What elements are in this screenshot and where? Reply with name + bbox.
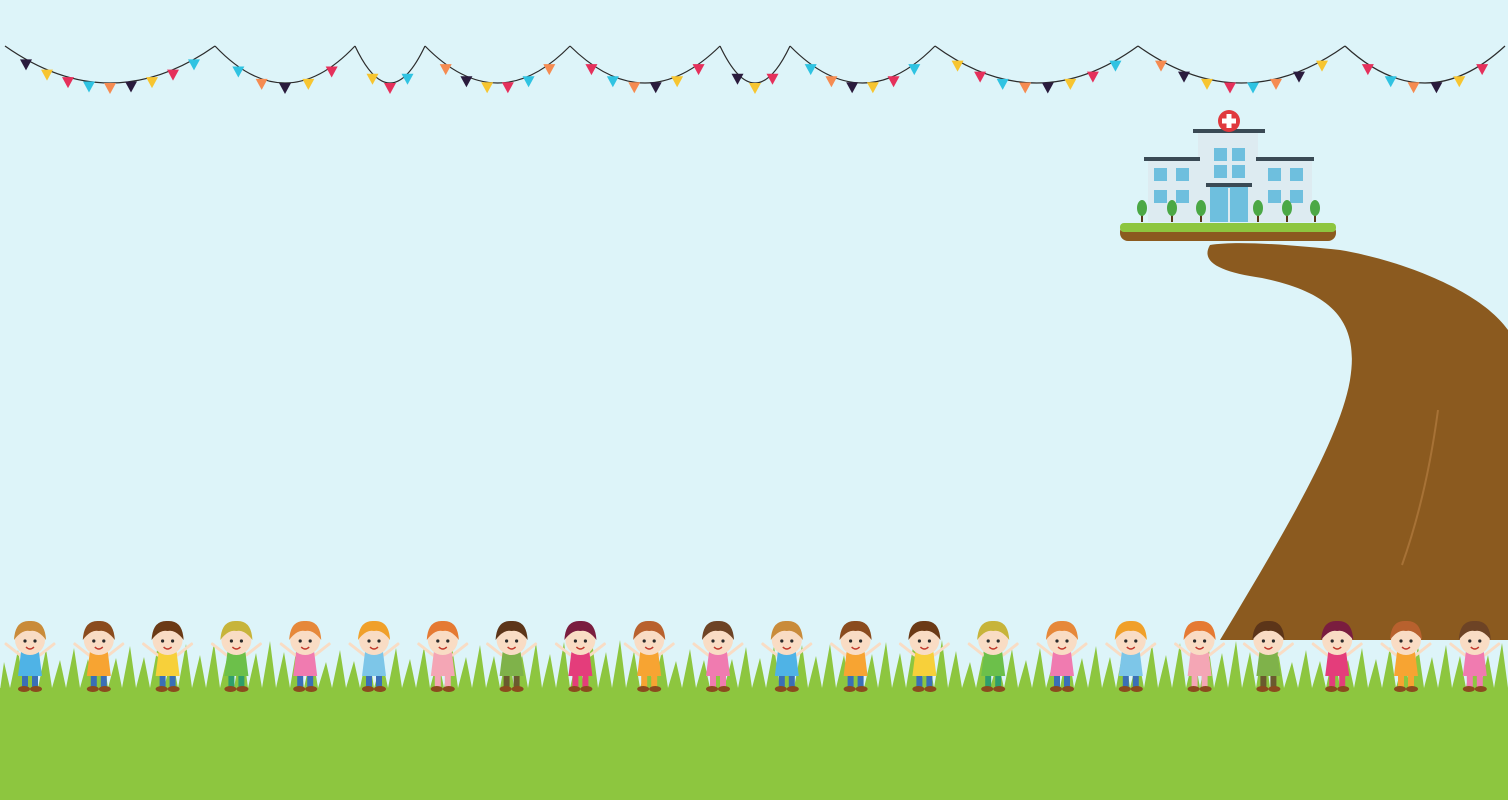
hospital-window [1154, 168, 1167, 181]
tree-icon [1196, 200, 1206, 216]
tree-icon [1253, 200, 1263, 216]
hospital-grass-strip [1120, 223, 1336, 232]
hospital-window [1232, 148, 1245, 161]
tree-icon [1137, 200, 1147, 216]
cross-horizontal [1222, 118, 1236, 124]
grass-ground [0, 688, 1508, 800]
hospital-window [1232, 165, 1245, 178]
kids-scene [0, 0, 1508, 800]
hospital-window [1214, 148, 1227, 161]
hospital-window [1176, 168, 1189, 181]
hospital-window [1268, 168, 1281, 181]
hospital-window [1290, 190, 1303, 203]
hospital-window [1176, 190, 1189, 203]
hospital-door-canopy [1206, 183, 1252, 187]
hospital-window [1154, 190, 1167, 203]
tree-icon [1310, 200, 1320, 216]
tree-icon [1167, 200, 1177, 216]
tree-icon [1282, 200, 1292, 216]
hospital-roof-right [1256, 157, 1314, 161]
hospital-roof-left [1144, 157, 1200, 161]
hospital-window [1268, 190, 1281, 203]
scene-illustration [0, 0, 1508, 800]
hospital-window [1214, 165, 1227, 178]
hospital-window [1290, 168, 1303, 181]
